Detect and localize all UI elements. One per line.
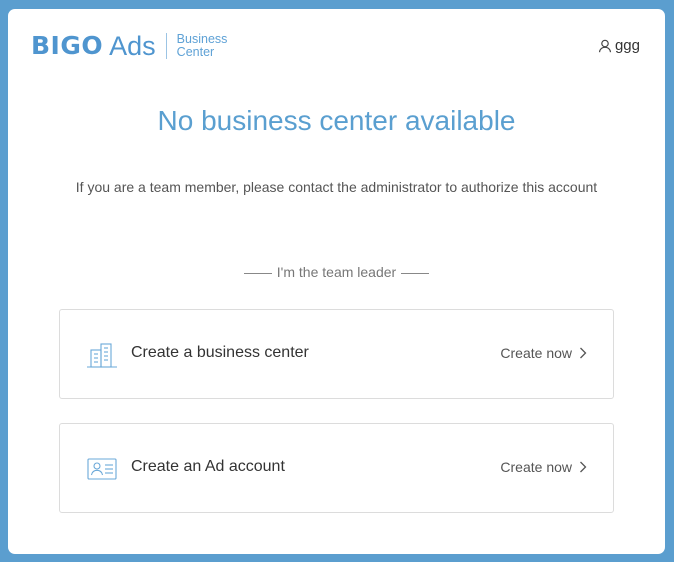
bigo-ads-logo[interactable]: BIGO Ads Business Center: [31, 31, 227, 61]
user-icon: [598, 39, 612, 52]
logo-divider: [165, 33, 167, 59]
card-title: Create a business center: [131, 344, 309, 361]
id-card-icon: [87, 458, 117, 480]
user-menu[interactable]: ggg: [598, 37, 640, 54]
divider-label-text: I'm the team leader: [276, 264, 397, 280]
logo-sub-line2: Center: [176, 45, 215, 59]
page-title: No business center available: [157, 105, 516, 136]
create-now-label: Create now: [500, 459, 572, 475]
team-leader-divider: I'm the team leader: [8, 264, 665, 280]
header: BIGO Ads Business Center ggg: [8, 9, 665, 89]
main-panel: BIGO Ads Business Center ggg No business…: [8, 9, 665, 554]
logo-brand-text: BIGO: [31, 31, 104, 60]
chevron-right-icon: [580, 347, 587, 359]
divider-line-left: [243, 272, 272, 274]
logo-product-text: Ads: [109, 31, 156, 61]
logo-sub-line1: Business: [176, 32, 228, 46]
create-now-link[interactable]: Create now: [500, 345, 587, 361]
page-subtitle: If you are a team member, please contact…: [75, 179, 598, 195]
building-icon: [87, 343, 117, 368]
create-now-link[interactable]: Create now: [500, 459, 587, 475]
card-title: Create an Ad account: [131, 458, 285, 475]
username: ggg: [614, 37, 640, 54]
logo-subtitle: Business Center: [177, 33, 228, 59]
divider-line-right: [401, 272, 430, 274]
create-now-label: Create now: [500, 345, 572, 361]
create-ad-account-card[interactable]: Create an Ad account Create now: [59, 423, 614, 513]
chevron-right-icon: [580, 461, 587, 473]
create-business-center-card[interactable]: Create a business center Create now: [59, 309, 614, 399]
